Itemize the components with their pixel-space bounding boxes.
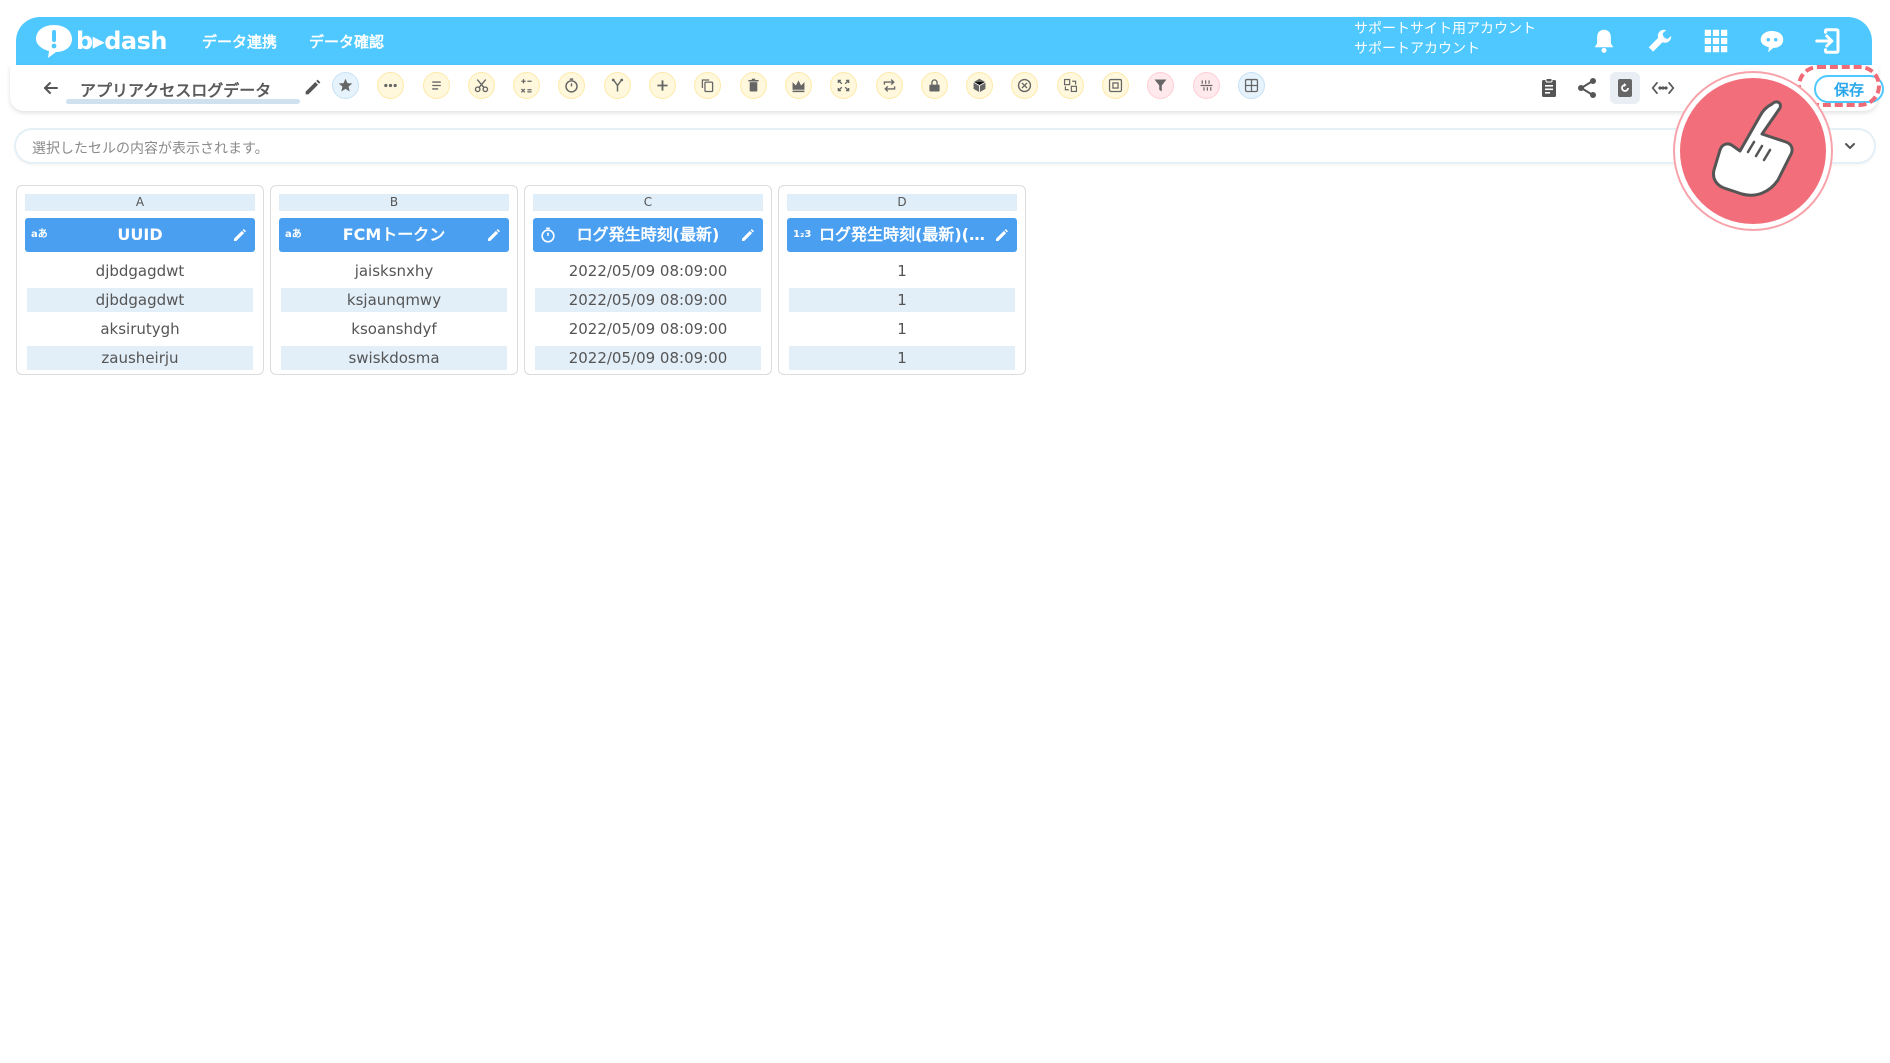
edit-column-pencil-icon[interactable]	[739, 226, 757, 244]
nav-data-integration[interactable]: データ連携	[202, 31, 277, 52]
table-grid-icon[interactable]	[1237, 72, 1265, 99]
logo[interactable]: b▸dash	[34, 23, 167, 59]
table-cell[interactable]: djbdgagdwt	[27, 288, 253, 312]
chevron-down-icon[interactable]	[1840, 136, 1860, 156]
replace-icon[interactable]	[1056, 72, 1084, 99]
table-cell[interactable]: 2022/05/09 08:09:00	[535, 288, 761, 312]
edit-column-pencil-icon[interactable]	[485, 226, 503, 244]
table-cell[interactable]: ksjaunqmwy	[281, 288, 507, 312]
title-underline	[66, 99, 300, 104]
timer-icon[interactable]	[558, 72, 586, 99]
column-name: ログ発生時刻(最新)	[576, 225, 720, 244]
table-cell[interactable]: djbdgagdwt	[27, 259, 253, 283]
app-header: b▸dash データ連携 データ確認 サポートサイト用アカウント サポートアカウ…	[16, 17, 1872, 65]
table-cell[interactable]: 1	[789, 346, 1015, 370]
cancel-circle-icon[interactable]	[1011, 72, 1039, 99]
column-name: ログ発生時刻(最新)(…	[819, 225, 985, 244]
text-type-icon: aあ	[31, 229, 48, 240]
column-letter[interactable]: D	[787, 194, 1017, 211]
nav-data-check[interactable]: データ確認	[309, 31, 384, 52]
number-type-icon: 1₂3	[793, 229, 812, 240]
table-cell[interactable]: 2022/05/09 08:09:00	[535, 259, 761, 283]
text-lines-icon[interactable]	[422, 72, 450, 99]
table-cell[interactable]: zausheirju	[27, 346, 253, 370]
account-info: サポートサイト用アカウント サポートアカウント	[1354, 19, 1536, 59]
chat-bot-icon[interactable]	[1744, 17, 1800, 65]
grid-icon[interactable]	[1688, 17, 1744, 65]
bell-icon[interactable]	[1576, 17, 1632, 65]
column-a: Aaあ UUID djbdgagdwt djbdgagdwt aksirutygh zau…	[16, 185, 264, 375]
column-name: FCMトークン	[342, 225, 446, 244]
tool-buttons	[332, 72, 1283, 99]
table-cell[interactable]: 1	[789, 317, 1015, 341]
table-cell[interactable]: swiskdosma	[281, 346, 507, 370]
column-header[interactable]: ログ発生時刻(最新)	[533, 218, 763, 252]
repeat-icon[interactable]	[875, 72, 903, 99]
column-b: Baあ FCMトークン jaisksnxhy ksjaunqmwy ksoanshdyf…	[270, 185, 518, 375]
column-letter[interactable]: A	[25, 194, 255, 211]
cell-content-placeholder: 選択したセルの内容が表示されます。	[32, 141, 269, 157]
text-type-icon: aあ	[285, 229, 302, 240]
scissors-icon[interactable]	[467, 72, 495, 99]
account-site-name: サポートサイト用アカウント	[1354, 21, 1536, 37]
account-user-name: サポートアカウント	[1354, 41, 1480, 57]
logo-text: b▸dash	[76, 27, 167, 55]
table-cell[interactable]: 2022/05/09 08:09:00	[535, 346, 761, 370]
table-cell[interactable]: 1	[789, 259, 1015, 283]
edit-column-pencil-icon[interactable]	[231, 226, 249, 244]
lock-icon[interactable]	[920, 72, 948, 99]
clipboard-icon[interactable]	[1530, 72, 1568, 104]
filter-icon[interactable]	[1147, 72, 1175, 99]
pointing-hand-icon	[1680, 78, 1826, 224]
wrench-icon[interactable]	[1632, 17, 1688, 65]
column-name: UUID	[117, 225, 163, 244]
cell-content-bar[interactable]: 選択したセルの内容が表示されます。	[16, 130, 1874, 162]
column-c: C ログ発生時刻(最新) 2022/05/09 08:09:00 2022/05/09…	[524, 185, 772, 375]
refresh-icon[interactable]	[1610, 72, 1640, 104]
column-header[interactable]: aあ FCMトークン	[279, 218, 509, 252]
column-letter[interactable]: C	[533, 194, 763, 211]
table-cell[interactable]: aksirutygh	[27, 317, 253, 341]
column-header[interactable]: 1₂3 ログ発生時刻(最新)(…	[787, 218, 1017, 252]
pattern-icon[interactable]	[1192, 72, 1220, 99]
table-cell[interactable]: 1	[789, 288, 1015, 312]
table-cell[interactable]: jaisksnxhy	[281, 259, 507, 283]
column-d: D 1₂3 ログ発生時刻(最新)(… 1 1 1 1	[778, 185, 1026, 375]
document-title[interactable]: アプリアクセスログデータ	[80, 77, 298, 101]
more-dots-icon[interactable]	[377, 72, 405, 99]
code-icon[interactable]	[1644, 72, 1682, 104]
add-icon[interactable]	[649, 72, 677, 99]
favorite-star-icon[interactable]	[332, 72, 359, 99]
trash-icon[interactable]	[739, 72, 767, 99]
table-cell[interactable]: ksoanshdyf	[281, 317, 507, 341]
header-icons	[1576, 17, 1856, 65]
logout-icon[interactable]	[1800, 17, 1856, 65]
logo-speech-bubble-icon	[36, 25, 72, 58]
copy-icon[interactable]	[694, 72, 722, 99]
edit-title-pencil-icon[interactable]	[302, 76, 324, 98]
column-letter[interactable]: B	[279, 194, 509, 211]
calculate-icon[interactable]	[513, 72, 541, 99]
expand-icon[interactable]	[830, 72, 858, 99]
frame-icon[interactable]	[1102, 72, 1130, 99]
right-tool-buttons	[1530, 72, 1682, 104]
table-cell[interactable]: 2022/05/09 08:09:00	[535, 317, 761, 341]
toolbar: アプリアクセスログデータ 保存	[10, 65, 1884, 111]
box-icon[interactable]	[966, 72, 994, 99]
main-nav: データ連携 データ確認	[202, 17, 416, 65]
edit-column-pencil-icon[interactable]	[993, 226, 1011, 244]
timer-type-icon	[539, 227, 557, 243]
back-arrow-icon[interactable]	[38, 75, 64, 101]
column-header[interactable]: aあ UUID	[25, 218, 255, 252]
merge-icon[interactable]	[603, 72, 631, 99]
crown-icon[interactable]	[784, 72, 812, 99]
share-icon[interactable]	[1568, 72, 1606, 104]
